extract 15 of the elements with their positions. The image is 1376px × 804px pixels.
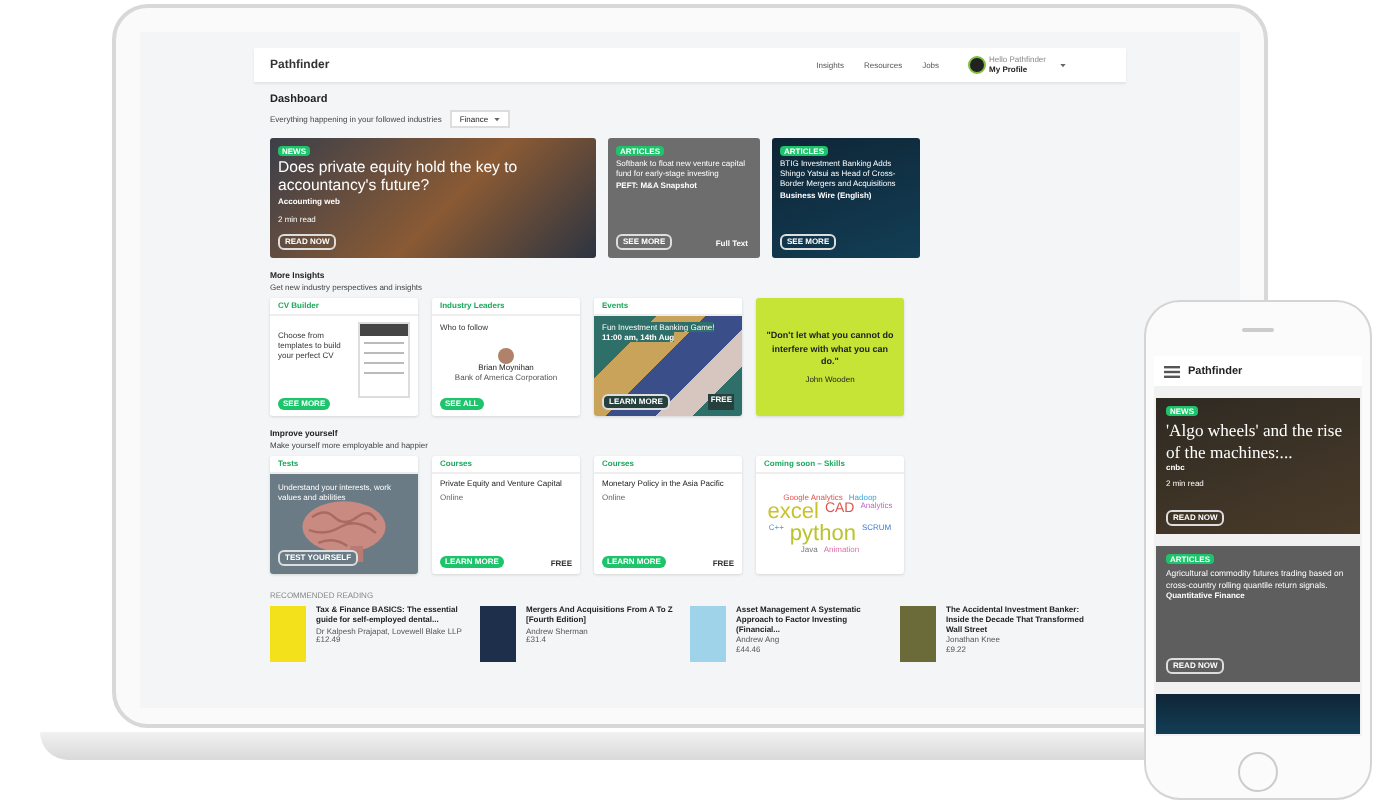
avatar-icon[interactable]: [967, 56, 986, 74]
book-cover[interactable]: [690, 606, 726, 662]
book-cover[interactable]: [480, 606, 516, 662]
menu-icon[interactable]: [1164, 365, 1180, 377]
book-cover[interactable]: [270, 606, 306, 662]
article-card[interactable]: [1156, 694, 1360, 734]
caret-icon[interactable]: [494, 117, 501, 121]
home-button[interactable]: [1238, 752, 1278, 792]
skill-word: python: [789, 523, 856, 546]
skill-word: excel: [767, 501, 819, 524]
caret-icon[interactable]: [1060, 63, 1066, 67]
cv-preview-drawing: [358, 321, 410, 398]
book-cover[interactable]: [900, 606, 936, 662]
avatar-icon: [498, 347, 514, 364]
article-title: 'Algo wheels' and the rise of the machines:...: [1166, 420, 1345, 463]
